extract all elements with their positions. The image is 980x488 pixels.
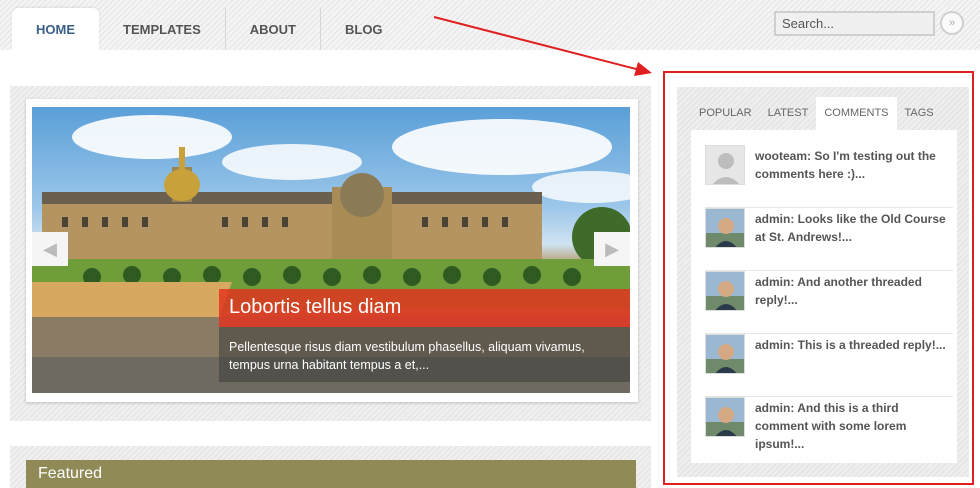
main-nav: HOME TEMPLATES ABOUT BLOG xyxy=(12,8,407,50)
search-input[interactable] xyxy=(774,11,935,36)
featured-heading: Featured xyxy=(38,465,103,482)
slider-prev-button[interactable]: ◀ xyxy=(32,232,68,266)
slide-excerpt: Pellentesque risus diam vestibulum phase… xyxy=(229,340,585,372)
search-button[interactable]: » xyxy=(940,11,964,35)
featured-header-bar xyxy=(26,460,636,488)
nav-templates[interactable]: TEMPLATES xyxy=(99,8,226,50)
double-chevron-right-icon: » xyxy=(948,17,956,29)
nav-about[interactable]: ABOUT xyxy=(226,8,321,50)
slider-next-button[interactable]: ▶ xyxy=(594,232,630,266)
triangle-right-icon: ▶ xyxy=(605,238,619,259)
nav-home[interactable]: HOME xyxy=(12,8,99,50)
slide-title[interactable]: Lobortis tellus diam xyxy=(229,296,401,319)
triangle-left-icon: ◀ xyxy=(43,238,57,259)
annotation-highlight-box xyxy=(663,71,974,485)
nav-blog[interactable]: BLOG xyxy=(321,8,407,50)
